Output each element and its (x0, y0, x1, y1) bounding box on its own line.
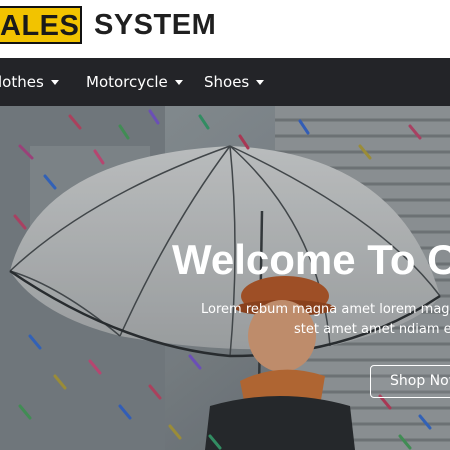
hero-subtitle-line-1: Lorem rebum magna amet lorem mag (201, 302, 450, 317)
nav-item-clothes[interactable]: lothes (0, 58, 59, 106)
caret-down-icon (174, 79, 183, 85)
hero-banner: Welcome To C Lorem rebum magna amet lore… (0, 106, 450, 450)
shop-now-button[interactable]: Shop Now (370, 365, 450, 398)
nav-item-label: Shoes (204, 72, 250, 91)
brand-logo-accent[interactable]: ALES (0, 6, 82, 44)
brand-logo-text[interactable]: SYSTEM (94, 9, 216, 41)
caret-down-icon (50, 79, 59, 85)
caret-down-icon (256, 79, 265, 85)
nav-item-motorcycle[interactable]: Motorcycle (86, 58, 183, 106)
hero-subtitle-line-2: stet amet amet ndiam e (294, 322, 450, 337)
top-header: ALES SYSTEM (0, 0, 450, 59)
nav-item-label: Motorcycle (86, 72, 168, 91)
brand-accent-text: ALES (0, 10, 80, 42)
nav-item-label: lothes (0, 72, 44, 91)
hero-title: Welcome To C (172, 236, 450, 283)
nav-item-shoes[interactable]: Shoes (204, 58, 265, 106)
main-navbar: lothes Motorcycle Shoes (0, 58, 450, 106)
